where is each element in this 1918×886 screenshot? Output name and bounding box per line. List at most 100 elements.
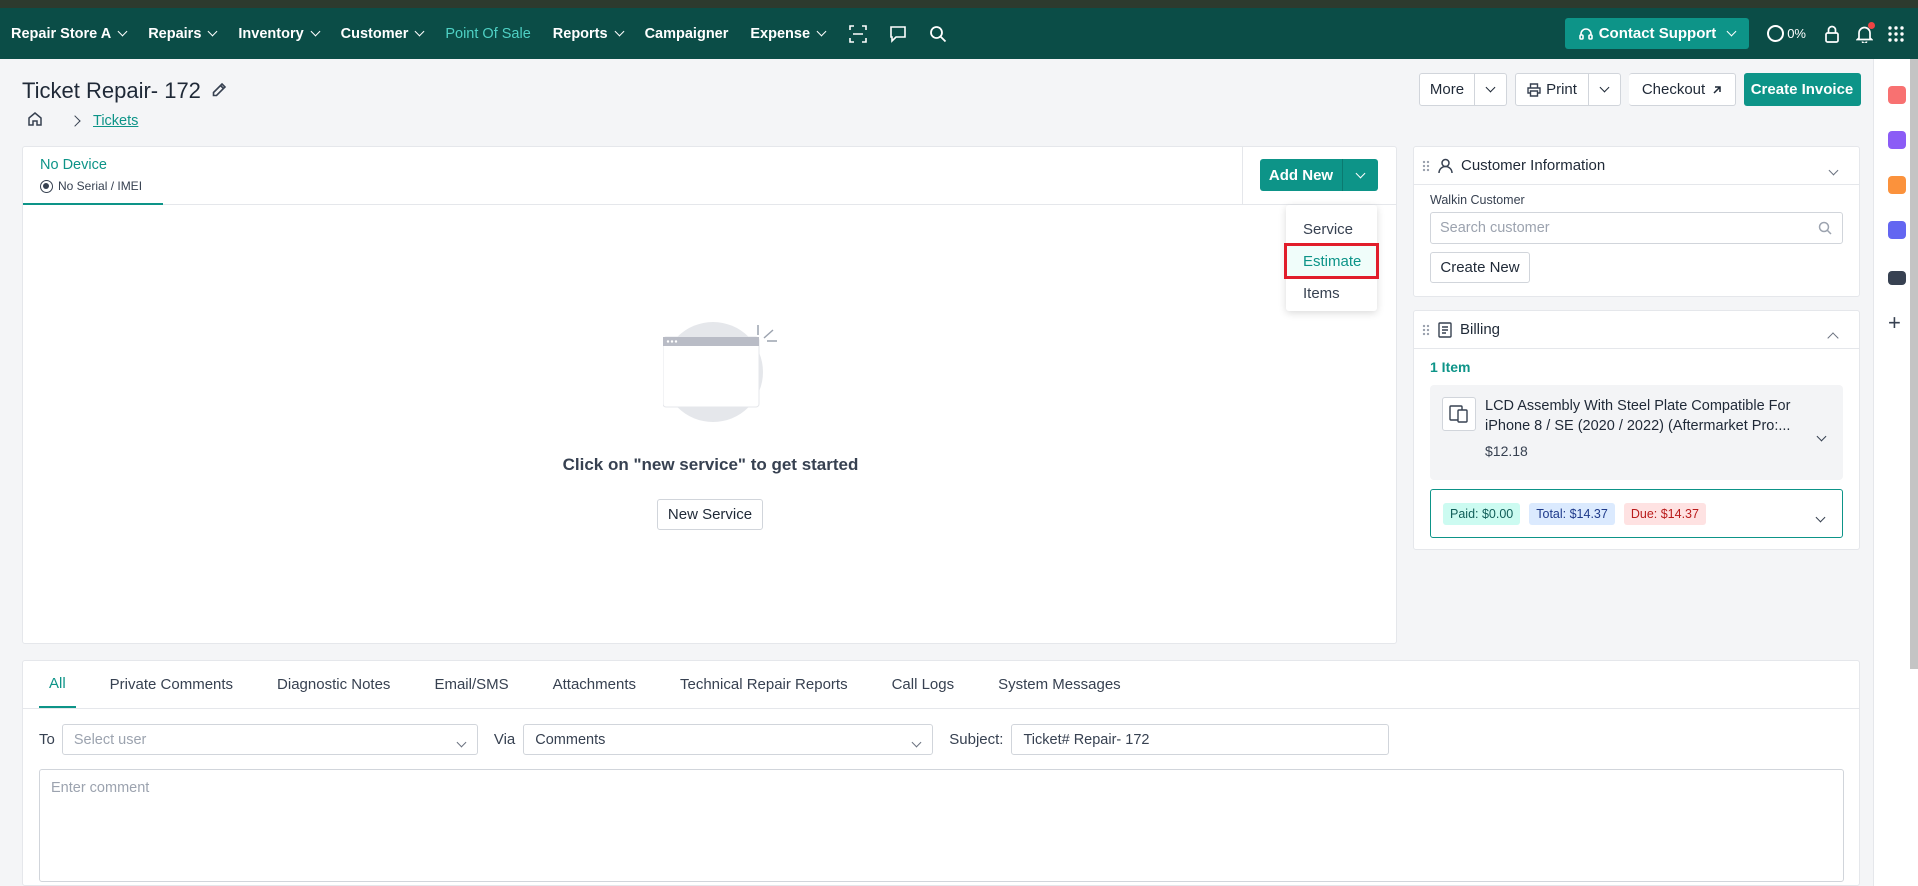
customer-info-header[interactable]: Customer Information [1414, 147, 1859, 185]
device-tabbar: No Device No Serial / IMEI Add New [23, 147, 1396, 205]
tab-private-comments[interactable]: Private Comments [100, 660, 243, 708]
nav-repairs[interactable]: Repairs [148, 26, 218, 42]
subject-input[interactable]: Ticket# Repair- 172 [1011, 724, 1390, 755]
add-new-area: Add New [1242, 147, 1396, 205]
progress-indicator[interactable]: 0% [1767, 25, 1806, 42]
subject-label: Subject: [949, 731, 1004, 748]
menu-item-service[interactable]: Service [1286, 213, 1377, 245]
nav-right-tools: Contact Support 0% [1564, 8, 1918, 59]
tab-system-messages[interactable]: System Messages [988, 660, 1131, 708]
to-label: To [39, 731, 55, 748]
breadcrumb-tickets-link[interactable]: Tickets [93, 113, 138, 129]
create-invoice-group: Create Invoice [1744, 73, 1861, 106]
home-icon[interactable] [27, 111, 43, 131]
main-nav: Repair Store A Repairs Inventory Custome… [0, 8, 967, 59]
chevron-down-icon [117, 26, 128, 37]
nav-reports[interactable]: Reports [553, 26, 625, 42]
payment-summary[interactable]: Paid: $0.00 Total: $14.37 Due: $14.37 [1430, 489, 1843, 538]
nav-customer[interactable]: Customer [341, 26, 425, 42]
billing-item-count: 1 Item [1430, 359, 1471, 375]
device-tab-no-device[interactable]: No Device No Serial / IMEI [23, 147, 163, 205]
search-customer-input[interactable]: Search customer [1430, 212, 1843, 244]
nav-expense[interactable]: Expense [750, 26, 827, 42]
more-dropdown-toggle[interactable] [1475, 73, 1507, 106]
add-new-dropdown-toggle[interactable] [1342, 159, 1378, 191]
device-icon [1442, 397, 1476, 431]
print-button[interactable]: Print [1515, 73, 1589, 106]
chevron-down-icon[interactable] [1816, 427, 1827, 443]
nav-inventory[interactable]: Inventory [238, 26, 321, 42]
menu-item-items[interactable]: Items [1286, 277, 1377, 309]
drag-handle-icon[interactable] [1422, 323, 1430, 336]
external-link-icon [1713, 85, 1721, 94]
shape-app-icon[interactable] [1888, 221, 1906, 239]
tab-diagnostic-notes[interactable]: Diagnostic Notes [267, 660, 400, 708]
tab-technical-repair-reports[interactable]: Technical Repair Reports [670, 660, 858, 708]
top-navbar: Repair Store A Repairs Inventory Custome… [0, 0, 1918, 59]
nav-point-of-sale[interactable]: Point Of Sale [445, 26, 530, 42]
print-button-group: Print [1515, 73, 1621, 106]
tab-attachments[interactable]: Attachments [543, 660, 646, 708]
chevron-down-icon [911, 734, 922, 750]
create-new-customer-button[interactable]: Create New [1430, 252, 1530, 283]
chevron-down-icon [1726, 26, 1737, 37]
collapse-chevron-up-icon[interactable] [1827, 329, 1839, 346]
to-user-select[interactable]: Select user [61, 724, 478, 755]
menu-item-estimate[interactable]: Estimate [1284, 243, 1379, 279]
card-app-icon[interactable] [1888, 271, 1906, 285]
lock-icon[interactable] [1822, 24, 1842, 44]
chat-icon[interactable] [887, 23, 909, 45]
collapse-chevron-icon[interactable] [1828, 161, 1839, 178]
gift-app-icon[interactable] [1888, 86, 1906, 104]
new-service-button[interactable]: New Service [657, 499, 763, 530]
checkout-button[interactable]: Checkout [1629, 73, 1736, 106]
header-actions: More Print Checkout Create Invoice [1411, 73, 1861, 106]
chevron-down-icon [207, 26, 218, 37]
nav-campaigner[interactable]: Campaigner [645, 26, 729, 42]
more-button-group: More [1419, 73, 1507, 106]
headset-icon [1578, 27, 1593, 40]
device-panel: No Device No Serial / IMEI Add New Click… [22, 146, 1397, 644]
search-icon[interactable] [927, 23, 949, 45]
walkin-customer-label: Walkin Customer [1430, 193, 1525, 207]
chevron-down-icon [1599, 82, 1610, 93]
billing-item-name: LCD Assembly With Steel Plate Compatible… [1485, 398, 1791, 434]
chevron-down-icon [614, 26, 625, 37]
via-select[interactable]: Comments [523, 724, 934, 755]
chevron-down-icon[interactable] [1815, 508, 1826, 524]
chevron-down-icon [816, 26, 827, 37]
add-app-icon[interactable]: + [1888, 312, 1901, 334]
chevron-right-icon [69, 115, 81, 127]
comment-textarea[interactable]: Enter comment [39, 769, 1844, 882]
contact-support-button[interactable]: Contact Support [1564, 18, 1750, 49]
drag-handle-icon[interactable] [1422, 159, 1430, 172]
apps-grid-icon[interactable] [1886, 24, 1906, 44]
tab-call-logs[interactable]: Call Logs [882, 660, 965, 708]
page-scrollbar[interactable] [1910, 59, 1918, 669]
radio-icon [40, 179, 53, 193]
create-invoice-button[interactable]: Create Invoice [1744, 73, 1861, 106]
billing-card: Billing 1 Item LCD Assembly With Steel P… [1413, 310, 1860, 550]
tab-email-sms[interactable]: Email/SMS [424, 660, 518, 708]
more-button[interactable]: More [1419, 73, 1475, 106]
note-app-icon[interactable] [1888, 176, 1906, 194]
scan-icon[interactable] [847, 23, 869, 45]
chat-app-icon[interactable] [1888, 131, 1906, 149]
billing-header[interactable]: Billing [1414, 311, 1859, 349]
add-new-button[interactable]: Add New [1260, 159, 1342, 191]
search-icon [1818, 221, 1832, 235]
add-new-menu: Service Estimate Items [1284, 205, 1379, 311]
billing-line-item[interactable]: LCD Assembly With Steel Plate Compatible… [1430, 385, 1843, 480]
comments-tabs: All Private Comments Diagnostic Notes Em… [23, 661, 1859, 709]
print-dropdown-toggle[interactable] [1589, 73, 1621, 106]
chevron-down-icon [1485, 82, 1496, 93]
customer-info-card: Customer Information Walkin Customer Sea… [1413, 146, 1860, 297]
receipt-icon [1438, 321, 1452, 338]
due-badge: Due: $14.37 [1623, 502, 1706, 525]
notification-dot [1868, 21, 1875, 29]
bell-icon[interactable] [1854, 21, 1875, 44]
nav-store-selector[interactable]: Repair Store A [11, 26, 128, 42]
tab-all[interactable]: All [39, 660, 76, 708]
comment-meta-row: To Select user Via Comments Subject: Tic… [39, 724, 1390, 755]
pencil-icon[interactable] [211, 78, 227, 104]
